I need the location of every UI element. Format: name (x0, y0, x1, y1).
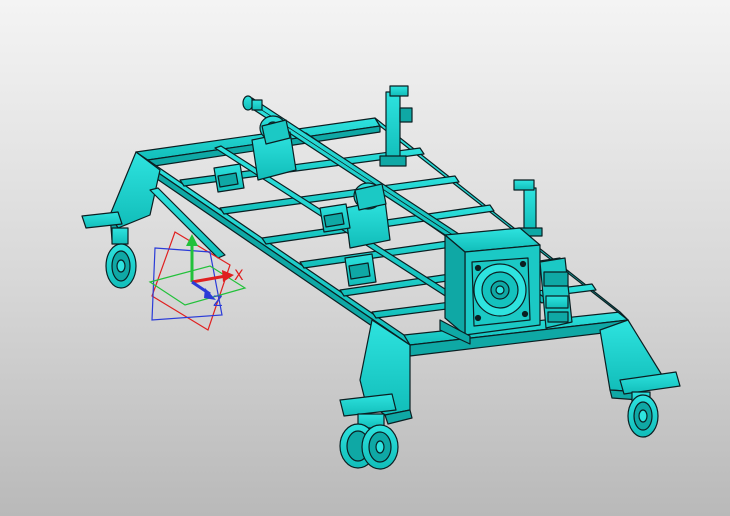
cad-viewport[interactable]: X Z (0, 0, 730, 516)
left-caster-wheel[interactable] (105, 227, 137, 289)
front-right-caster-wheel[interactable] (627, 391, 659, 438)
gearbox-housing[interactable] (444, 227, 541, 336)
coordinate-triad-icon: X Z (148, 231, 247, 331)
triad-x-axis (191, 274, 227, 284)
3d-model-view[interactable]: X Z (0, 0, 730, 516)
drive-motor[interactable] (539, 257, 573, 329)
cart-frame-3d-model[interactable] (81, 85, 681, 470)
triad-x-label: X (234, 268, 244, 284)
triad-blue-plane (151, 247, 223, 321)
rail-bearing-center[interactable] (319, 203, 351, 233)
rail-bearing-lower[interactable] (344, 253, 377, 287)
triad-z-label: Z (213, 294, 223, 310)
rail-bearing-left[interactable] (213, 163, 245, 193)
